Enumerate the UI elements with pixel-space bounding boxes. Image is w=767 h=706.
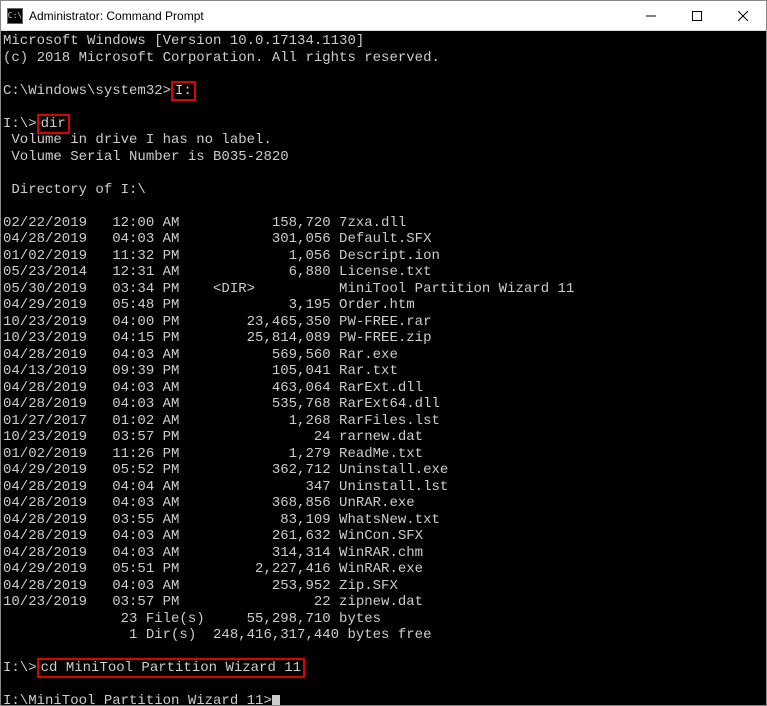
directory-header: Directory of I:\: [3, 182, 146, 198]
app-icon: C:\: [7, 8, 23, 24]
prompt-3-cmd: cd MiniTool Partition Wizard 11: [41, 660, 301, 676]
header-line-2: (c) 2018 Microsoft Corporation. All righ…: [3, 50, 440, 66]
titlebar[interactable]: C:\ Administrator: Command Prompt: [1, 1, 766, 31]
command-prompt-window: C:\ Administrator: Command Prompt Micros…: [0, 0, 767, 706]
volume-line-2: Volume Serial Number is B035-2820: [3, 149, 289, 165]
window-controls: [628, 1, 766, 30]
prompt-2-path: I:\>: [3, 116, 37, 132]
window-title: Administrator: Command Prompt: [29, 9, 628, 23]
file-listing: 02/22/2019 12:00 AM 158,720 7zxa.dll 04/…: [3, 215, 574, 611]
volume-line-1: Volume in drive I has no label.: [3, 132, 272, 148]
summary-files: 23 File(s) 55,298,710 bytes: [3, 611, 381, 627]
close-button[interactable]: [720, 1, 766, 30]
close-icon: [738, 11, 748, 21]
minimize-button[interactable]: [628, 1, 674, 30]
highlight-cd-cmd: cd MiniTool Partition Wizard 11: [37, 658, 305, 678]
terminal-output[interactable]: Microsoft Windows [Version 10.0.17134.11…: [1, 31, 766, 705]
highlight-drive-cmd: I:: [171, 81, 196, 101]
header-line-1: Microsoft Windows [Version 10.0.17134.11…: [3, 33, 364, 49]
prompt-1-path: C:\Windows\system32>: [3, 83, 171, 99]
maximize-icon: [692, 11, 702, 21]
prompt-2-cmd: dir: [41, 116, 66, 132]
prompt-4-path: I:\MiniTool Partition Wizard 11>: [3, 693, 272, 705]
highlight-dir-cmd: dir: [37, 114, 70, 134]
maximize-button[interactable]: [674, 1, 720, 30]
cursor: [272, 695, 280, 705]
prompt-3-path: I:\>: [3, 660, 37, 676]
minimize-icon: [646, 11, 656, 21]
prompt-1-cmd: I:: [175, 83, 192, 99]
summary-dirs: 1 Dir(s) 248,416,317,440 bytes free: [3, 627, 431, 643]
